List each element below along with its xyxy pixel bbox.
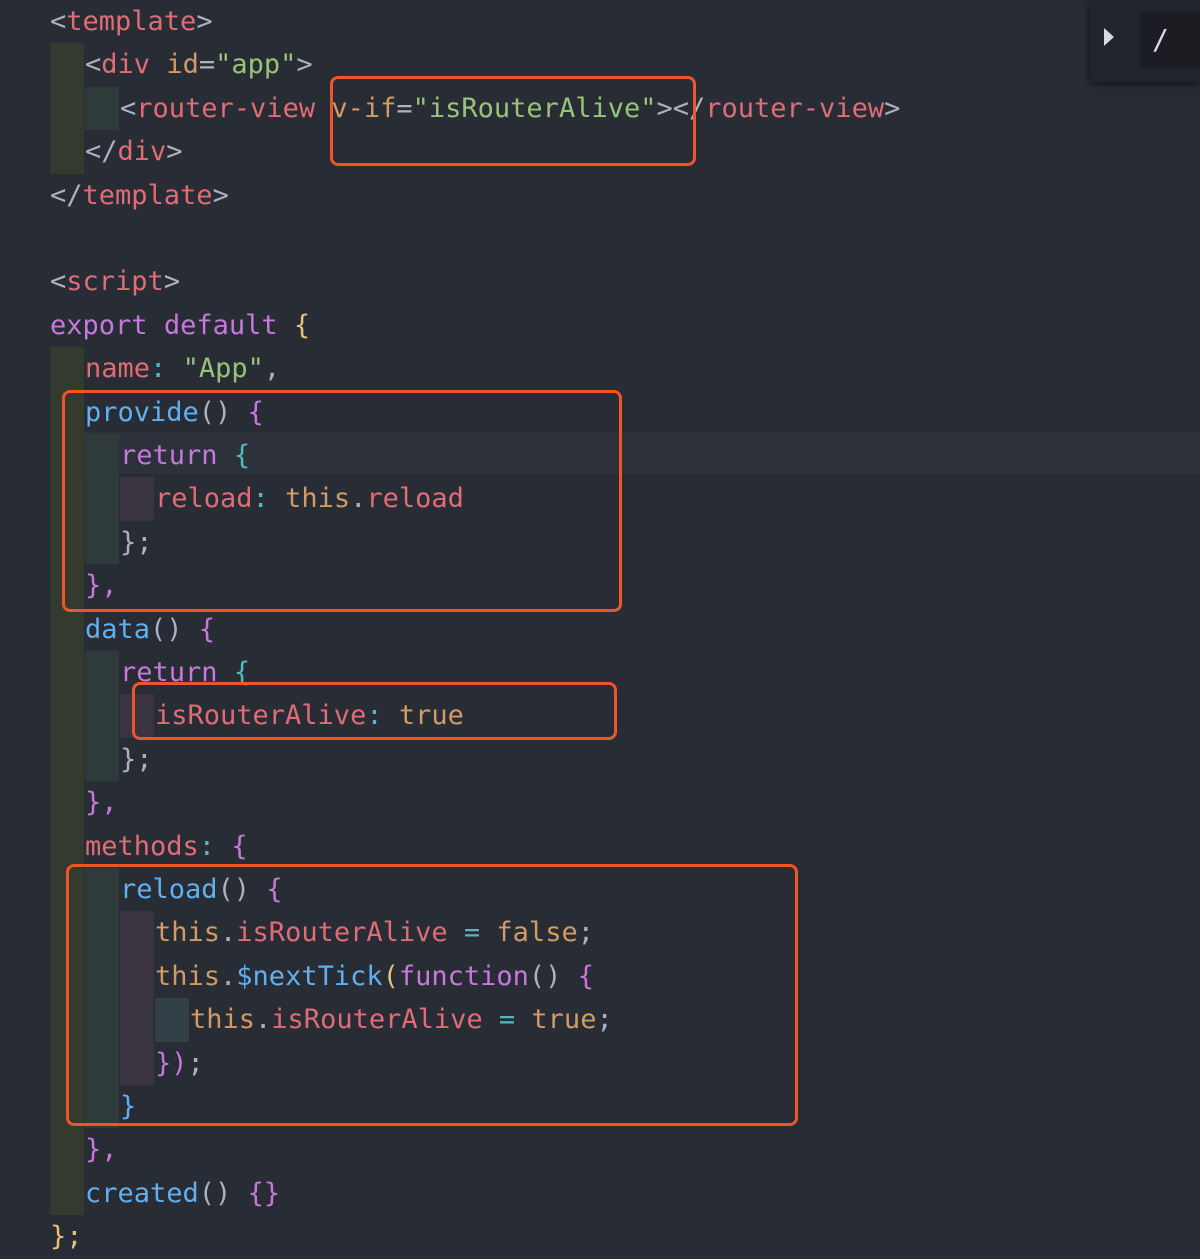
code-token: >	[163, 266, 181, 298]
code-token: {	[198, 613, 216, 645]
code-token: };	[120, 743, 153, 775]
indent-guide	[50, 781, 84, 825]
chevron-right-icon[interactable]	[1104, 28, 1114, 46]
code-token: >	[212, 179, 229, 211]
code-token: "app"	[215, 49, 297, 81]
code-line: };	[50, 1215, 83, 1259]
code-line: export default {	[50, 304, 310, 348]
code-token: ()	[150, 613, 183, 645]
find-input[interactable]: /	[1140, 12, 1200, 68]
code-token: :	[150, 353, 167, 385]
code-token: template	[82, 179, 213, 211]
indent-guide	[85, 694, 119, 738]
code-token: "App"	[182, 353, 264, 385]
code-token: <	[50, 6, 67, 37]
code-token: div	[101, 49, 151, 81]
code-line: <div id="app">	[85, 43, 313, 87]
indent-guide	[85, 86, 119, 131]
code-token: >	[166, 136, 183, 168]
code-editor[interactable]: <template> <div id="app"> <router-view v-i…	[0, 0, 1200, 1252]
code-token: };	[50, 1221, 83, 1253]
code-token: <	[120, 92, 137, 124]
indent-guide	[85, 651, 119, 695]
code-line: </template>	[50, 174, 229, 218]
code-line: name: "App",	[85, 347, 280, 391]
indent-guide	[50, 694, 84, 738]
code-token: methods	[85, 830, 199, 862]
highlight-box-reload-method	[66, 864, 798, 1126]
indent-guide	[50, 43, 84, 87]
code-token: name	[85, 353, 151, 385]
code-token: data	[85, 613, 151, 645]
highlight-box-provide	[62, 390, 622, 612]
code-token: },	[85, 1134, 118, 1166]
code-token: script	[66, 266, 164, 298]
code-token: ,	[263, 353, 281, 385]
indent-guide	[50, 651, 84, 695]
code-line: data() {	[85, 608, 215, 652]
code-token: },	[85, 787, 118, 819]
code-token: default	[163, 309, 278, 341]
code-token: id	[166, 49, 199, 81]
code-line: },	[85, 1128, 118, 1172]
highlight-box-data	[132, 682, 617, 740]
indent-guide	[50, 86, 84, 131]
code-token: {	[293, 309, 311, 341]
code-token: div	[117, 136, 167, 168]
code-token: >	[884, 92, 901, 124]
indent-guide	[50, 1128, 84, 1172]
code-token: {}	[247, 1177, 281, 1209]
code-token: :	[198, 830, 216, 862]
code-token: router-view	[136, 92, 316, 124]
find-widget: /	[1090, 0, 1200, 82]
indent-guide	[50, 824, 84, 868]
code-token: export	[50, 309, 148, 341]
indent-guide	[85, 737, 119, 782]
code-line: methods: {	[85, 825, 248, 869]
code-line: created() {}	[85, 1172, 280, 1216]
code-token: =	[198, 49, 216, 81]
code-token: <	[85, 49, 102, 81]
code-token: </	[50, 179, 83, 211]
code-line: </div>	[85, 130, 183, 174]
code-token: <	[50, 266, 67, 298]
indent-guide	[50, 607, 84, 651]
indent-guide	[50, 130, 84, 174]
code-line: <template>	[50, 0, 213, 44]
code-token: {	[231, 830, 248, 862]
highlight-box-v-if	[330, 76, 696, 166]
code-token: >	[296, 49, 313, 81]
code-token: </	[85, 136, 118, 168]
indent-guide	[50, 737, 84, 782]
code-line: <script>	[50, 260, 180, 304]
code-token: router-view	[705, 92, 885, 124]
code-token: >	[196, 6, 213, 37]
indent-guide	[50, 347, 84, 391]
code-line: };	[120, 738, 153, 782]
code-token: created	[85, 1177, 199, 1209]
code-line: },	[85, 781, 118, 825]
indent-guide	[50, 1171, 84, 1216]
code-token: template	[66, 6, 197, 37]
code-token: ()	[198, 1177, 232, 1209]
